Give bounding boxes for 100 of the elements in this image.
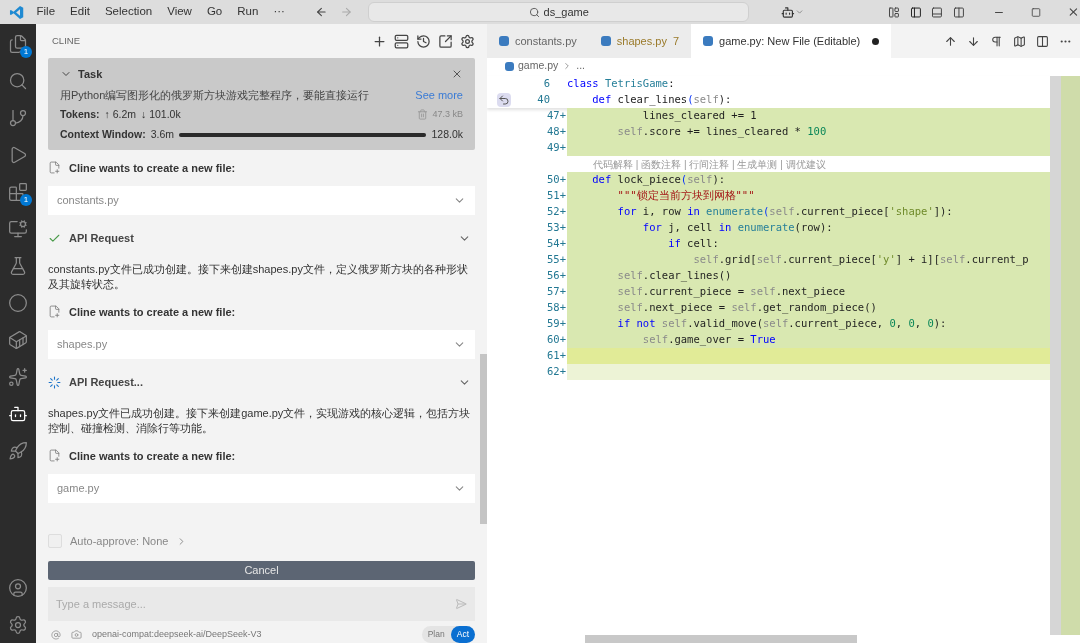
- flask-icon[interactable]: [8, 256, 28, 276]
- line-number: 59+: [547, 316, 566, 332]
- sidebar-toggle-icon[interactable]: [909, 5, 922, 19]
- breadcrumb-item[interactable]: game.py: [518, 58, 559, 74]
- back-icon[interactable]: [314, 5, 328, 19]
- mode-option[interactable]: Act: [450, 626, 475, 643]
- map-icon[interactable]: [1013, 34, 1026, 48]
- code-line: self.score += lines_cleared * 100: [616, 124, 827, 140]
- search-icon[interactable]: [8, 71, 28, 91]
- pilcrow-icon[interactable]: [990, 34, 1003, 48]
- menu-item[interactable]: View: [167, 3, 192, 21]
- account-icon[interactable]: [8, 578, 28, 598]
- menu-item[interactable]: Selection: [104, 3, 153, 21]
- robot-icon[interactable]: [8, 404, 28, 424]
- request-title: API Request...: [69, 375, 143, 390]
- rocket-icon[interactable]: [8, 441, 28, 461]
- line-number: 53+: [547, 220, 566, 236]
- code-line: self.clear_lines(): [616, 268, 732, 284]
- editor-tab[interactable]: constants.py: [487, 24, 589, 58]
- monitor-icon[interactable]: [8, 219, 28, 239]
- line-number: 55+: [547, 252, 566, 268]
- circle-icon[interactable]: [8, 293, 28, 313]
- line-number: 49+: [547, 140, 566, 156]
- tokens-out: ↓ 101.0k: [141, 107, 181, 122]
- menu-item[interactable]: Go: [206, 3, 223, 21]
- line-number: 50+: [547, 172, 566, 188]
- count-badge: 1: [20, 46, 32, 58]
- blocks-icon[interactable]: [8, 182, 28, 202]
- mode-option[interactable]: Plan: [421, 626, 451, 643]
- search-icon: [528, 6, 540, 18]
- layout-icon[interactable]: [887, 5, 900, 19]
- menu-item[interactable]: Edit: [70, 3, 90, 21]
- message-text: constants.py文件已成功创建。接下来创建shapes.py文件，定义俄罗斯方块的各种形状及其旋转状态。: [48, 261, 469, 292]
- new-file-icon: [48, 161, 61, 175]
- editor-tab[interactable]: game.py: New File (Editable): [691, 24, 892, 58]
- line-number: 54+: [547, 236, 566, 252]
- split-editor-icon[interactable]: [1036, 34, 1049, 48]
- python-icon: [600, 36, 611, 46]
- see-more-link[interactable]: See more: [415, 86, 463, 103]
- breadcrumb-item[interactable]: ...: [576, 58, 586, 74]
- context-label: Context Window:: [60, 126, 146, 142]
- python-icon: [703, 36, 714, 46]
- code-line: class TetrisGame:: [567, 76, 675, 92]
- menu-item[interactable]: ···: [273, 3, 285, 21]
- logo-icon: [9, 3, 25, 21]
- container-icon[interactable]: [8, 330, 28, 350]
- split-icon[interactable]: [953, 5, 966, 19]
- copilot-icon[interactable]: [780, 4, 795, 20]
- model-name[interactable]: openai-compat:deepseek-ai/DeepSeek-V3: [92, 627, 262, 642]
- down-icon[interactable]: [967, 34, 980, 48]
- line-number: 52+: [547, 204, 566, 220]
- task-label: Task: [78, 67, 103, 82]
- tokens-in: ↑ 6.2m: [104, 107, 136, 122]
- auto-approve-label[interactable]: Auto-approve: None: [70, 533, 169, 550]
- line-number: 51+: [547, 188, 566, 204]
- code-line: for i, row in enumerate(self.current_piece['shape']):: [616, 204, 953, 220]
- panel-title: CLINE: [52, 33, 80, 48]
- menu-item[interactable]: Run: [237, 3, 259, 21]
- add-icon[interactable]: [372, 33, 387, 49]
- context-used: 3.6m: [150, 126, 174, 142]
- request-title: Cline wants to create a new file:: [69, 448, 236, 464]
- sparkles-icon[interactable]: [8, 367, 28, 387]
- codelens-links[interactable]: 代码解释 | 函数注释 | 行间注释 | 生成单测 | 调优建议: [593, 156, 826, 172]
- search-field[interactable]: ds_game: [368, 2, 749, 22]
- count-badge: 1: [20, 194, 32, 206]
- code-line: self.game_over = True: [641, 332, 776, 348]
- code-line: self.grid[self.current_piece['y'] + i][self.current_p: [692, 252, 1029, 268]
- editor-tab[interactable]: shapes.py 7: [588, 24, 692, 58]
- branch-icon[interactable]: [8, 108, 28, 128]
- history-icon[interactable]: [416, 33, 431, 49]
- maximize-icon[interactable]: [1031, 6, 1042, 18]
- cancel-button[interactable]: Cancel: [48, 560, 475, 581]
- file-dropdown[interactable]: game.py: [48, 474, 475, 503]
- code-line: if cell:: [667, 236, 719, 252]
- files-icon[interactable]: [8, 34, 28, 54]
- up-icon[interactable]: [944, 34, 957, 48]
- settings-icon[interactable]: [8, 615, 28, 635]
- file-dropdown[interactable]: constants.py: [48, 186, 475, 215]
- size-text: 47.3 kB: [432, 108, 463, 122]
- message-input[interactable]: Type a message...: [48, 587, 475, 622]
- panel-toggle-icon[interactable]: [931, 5, 944, 19]
- line-number: 47+: [547, 108, 566, 124]
- file-dropdown[interactable]: shapes.py: [48, 330, 475, 359]
- stack-icon[interactable]: [394, 33, 409, 49]
- message-text: shapes.py文件已成功创建。接下来创建game.py文件，实现游戏的核心逻辑，包括方块控制、碰撞检测、消除行等功能。: [48, 405, 472, 436]
- undo-icon[interactable]: [497, 93, 511, 107]
- popout-icon[interactable]: [438, 33, 453, 49]
- code-line: if not self.valid_move(self.current_piece, 0, 0, 0):: [616, 316, 947, 332]
- menu-item[interactable]: File: [36, 3, 56, 21]
- line-number: 6: [543, 76, 550, 92]
- settings-icon[interactable]: [460, 33, 475, 49]
- code-line: self.current_piece = self.next_piece: [616, 284, 846, 300]
- close-icon[interactable]: [1067, 5, 1080, 19]
- scrollbar[interactable]: [480, 354, 487, 524]
- horizontal-scrollbar[interactable]: [585, 635, 857, 643]
- line-number: 48+: [547, 124, 566, 140]
- line-number: 40: [537, 92, 550, 108]
- context-max: 128.0k: [431, 126, 463, 142]
- request-title: API Request: [69, 231, 134, 246]
- python-icon: [505, 61, 514, 71]
